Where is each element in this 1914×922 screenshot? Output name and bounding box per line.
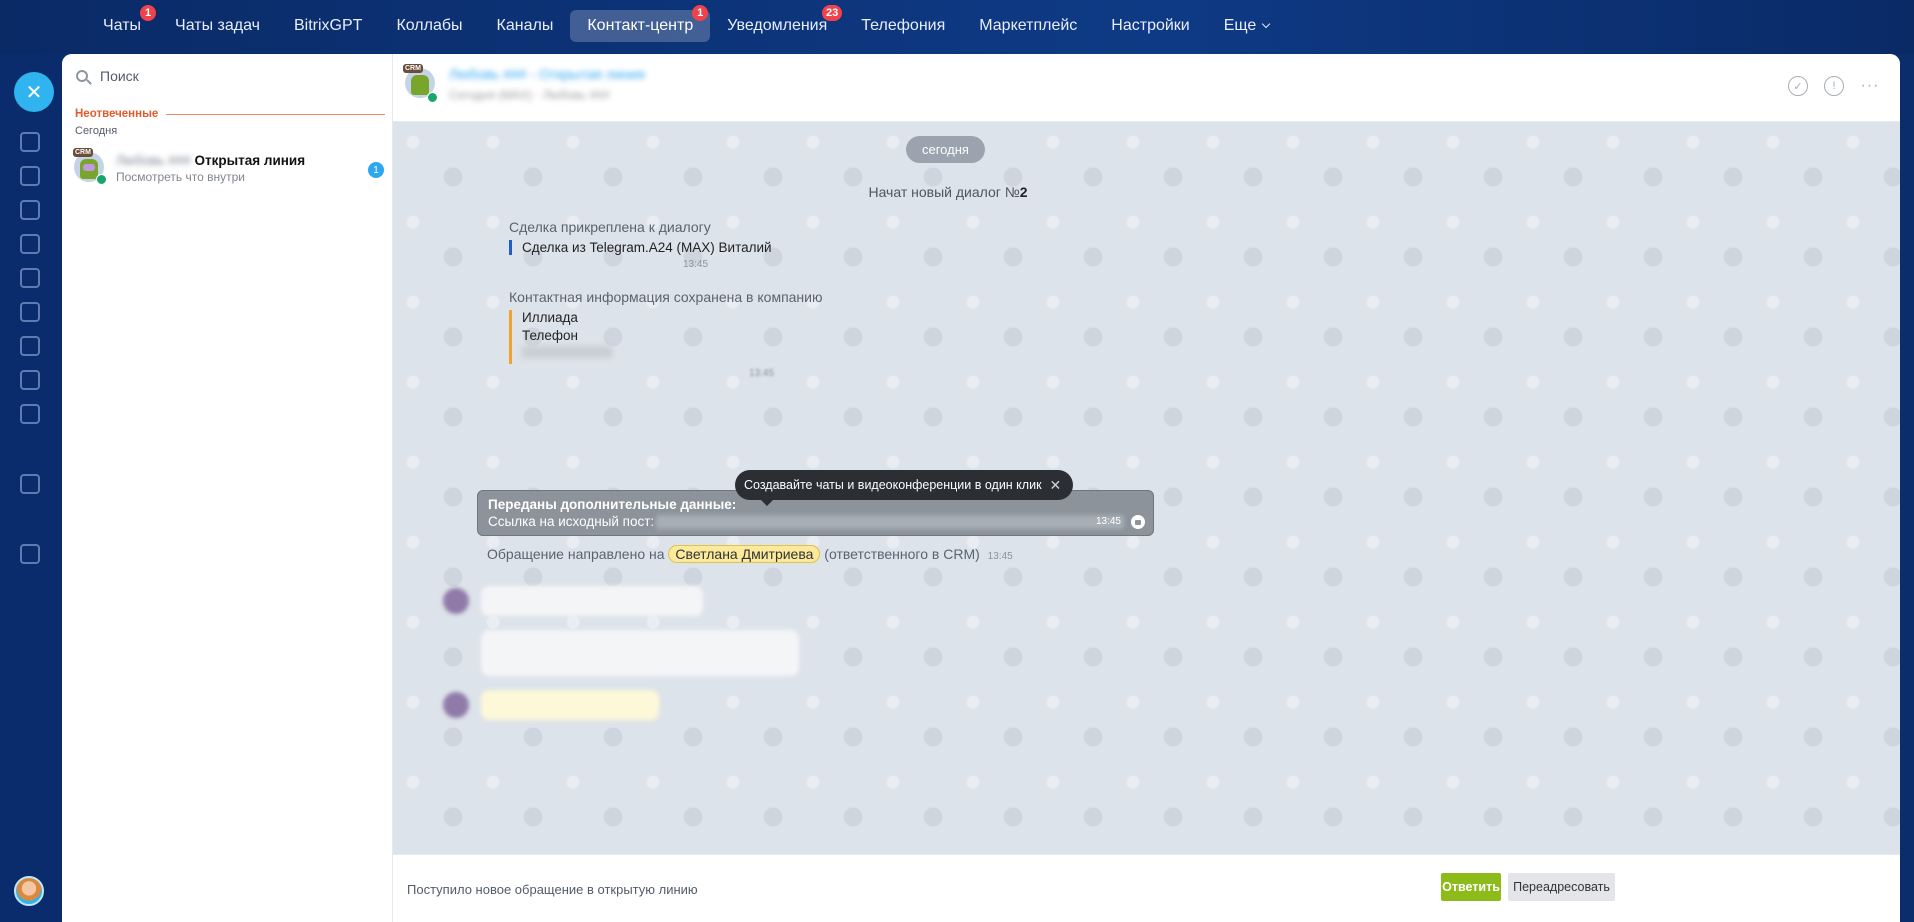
chat-preview: Посмотреть что внутри (116, 170, 245, 184)
dialog-footer: Поступило новое обращение в открытую лин… (393, 854, 1900, 922)
contact-phone-label: Телефон (522, 328, 579, 343)
contact-company: Иллиада (522, 310, 578, 325)
footer-status: Поступило новое обращение в открытую лин… (407, 882, 698, 897)
nav-bitrixgpt[interactable]: BitrixGPT (277, 10, 379, 42)
chevron-down-icon (1262, 19, 1271, 29)
date-divider: сегодня (906, 136, 985, 163)
info-icon[interactable]: ! (1824, 76, 1844, 96)
deal-quote[interactable]: Сделка из Telegram.A24 (MAX) Виталий (509, 240, 772, 255)
more-icon[interactable]: ··· (1860, 76, 1880, 96)
robot-icon (20, 404, 40, 424)
check-icon[interactable]: ✓ (1788, 76, 1808, 96)
gear-icon (20, 544, 40, 564)
message-time: 13:45 (683, 259, 709, 270)
contact-title: Контактная информация сохранена в компан… (509, 289, 823, 305)
reply-button[interactable]: Ответить (1441, 873, 1501, 901)
connector-icon (427, 92, 438, 103)
document-icon (20, 268, 40, 288)
user-avatar[interactable] (14, 876, 44, 906)
nav-contact-center[interactable]: Контакт-центр 1 (570, 5, 711, 42)
dialog-area: CRM Любовь ### - Открытая линия Сегодня … (393, 54, 1900, 922)
code-icon (20, 474, 40, 494)
new-dialog-notice: Начат новый диалог №2 (868, 184, 1028, 200)
crm-tag: CRM (403, 64, 423, 73)
nav-telephony[interactable]: Телефония (844, 10, 962, 42)
top-navigation-bar: Чаты 1 Чаты задач BitrixGPT Коллабы Канал… (0, 0, 1914, 54)
connector-icon (96, 174, 107, 185)
close-icon: ✕ (25, 81, 43, 104)
top-nav: Чаты 1 Чаты задач BitrixGPT Коллабы Канал… (86, 5, 1287, 42)
close-button[interactable]: ✕ (14, 72, 54, 112)
nav-badge-notifications: 23 (822, 5, 843, 21)
lock-icon (1131, 515, 1145, 529)
message-time: 13:45 (987, 551, 1013, 562)
header-actions: ✓ ! ··· (1788, 76, 1880, 96)
search-box (76, 68, 350, 84)
extra-data-link-line: Ссылка на исходный пост: (488, 514, 1143, 530)
search-input[interactable] (100, 68, 350, 84)
nav-chats[interactable]: Чаты 1 (86, 5, 158, 42)
section-header: Неотвеченные (75, 108, 385, 120)
chat-name: Любовь ### Открытая линия (116, 153, 306, 168)
avatar (443, 692, 469, 718)
robot-avatar-icon (411, 75, 429, 95)
source-post-link[interactable] (656, 515, 1125, 530)
nav-badge-contact-center: 1 (692, 5, 709, 21)
section-title: Неотвеченные (75, 108, 159, 120)
dialog-subtitle: Сегодня (МАХ) · Любовь ### (449, 88, 610, 102)
feature-tooltip: Создавайте чаты и видеоконференции в оди… (735, 470, 1074, 506)
background-sidebar (0, 54, 62, 922)
nav-collabs[interactable]: Коллабы (379, 10, 479, 42)
search-icon (76, 70, 88, 82)
unread-counter: 1 (368, 162, 384, 178)
contact-center-panel: Неотвеченные Сегодня CRM Любовь ### Откр… (62, 54, 1900, 922)
routed-notice: Обращение направлено на Светлана Дмитрие… (487, 545, 1013, 563)
chart-icon (20, 336, 40, 356)
nav-channels[interactable]: Каналы (480, 10, 571, 42)
section-divider (166, 113, 385, 115)
target-icon (20, 200, 40, 220)
blurred-message (481, 690, 659, 720)
forward-button[interactable]: Переадресовать (1508, 873, 1615, 901)
recent-list: Неотвеченные Сегодня CRM Любовь ### Откр… (62, 54, 393, 922)
section-date: Сегодня (75, 125, 118, 137)
blurred-message (481, 630, 799, 676)
pen-icon (20, 302, 40, 322)
message-time: 13:45 (1095, 516, 1121, 527)
contact-quote: Иллиада Телефон (509, 310, 612, 364)
message-time: 13:45 (749, 368, 775, 379)
message-list: сегодня Начат новый диалог №2 Сделка при… (393, 122, 1900, 854)
nav-task-chats[interactable]: Чаты задач (158, 10, 277, 42)
nav-settings[interactable]: Настройки (1094, 10, 1206, 42)
crm-tag: CRM (73, 148, 93, 157)
chat-header: CRM Любовь ### - Открытая линия Сегодня … (393, 54, 1900, 122)
cart-icon (20, 234, 40, 254)
robot-avatar-icon (80, 159, 98, 179)
nav-more[interactable]: Еще (1207, 10, 1287, 42)
tooltip-close-icon[interactable]: ✕ (1050, 477, 1062, 494)
calendar-icon (20, 132, 40, 152)
nav-notifications[interactable]: Уведомления 23 (710, 5, 844, 42)
box-icon (20, 166, 40, 186)
list-item[interactable]: CRM Любовь ### Открытая линия Посмотреть… (73, 148, 384, 192)
avatar (443, 588, 469, 614)
blurred-message (481, 586, 703, 616)
operator-mention[interactable]: Светлана Дмитриева (668, 545, 821, 563)
dialog-title[interactable]: Любовь ### - Открытая линия (449, 66, 645, 82)
deal-title: Сделка прикреплена к диалогу (509, 219, 711, 235)
nav-marketplace[interactable]: Маркетплейс (962, 10, 1094, 42)
avatar[interactable]: CRM (403, 64, 438, 103)
contact-phone-value (522, 346, 612, 358)
chat-icon (20, 370, 40, 390)
nav-badge-chats: 1 (140, 5, 157, 21)
